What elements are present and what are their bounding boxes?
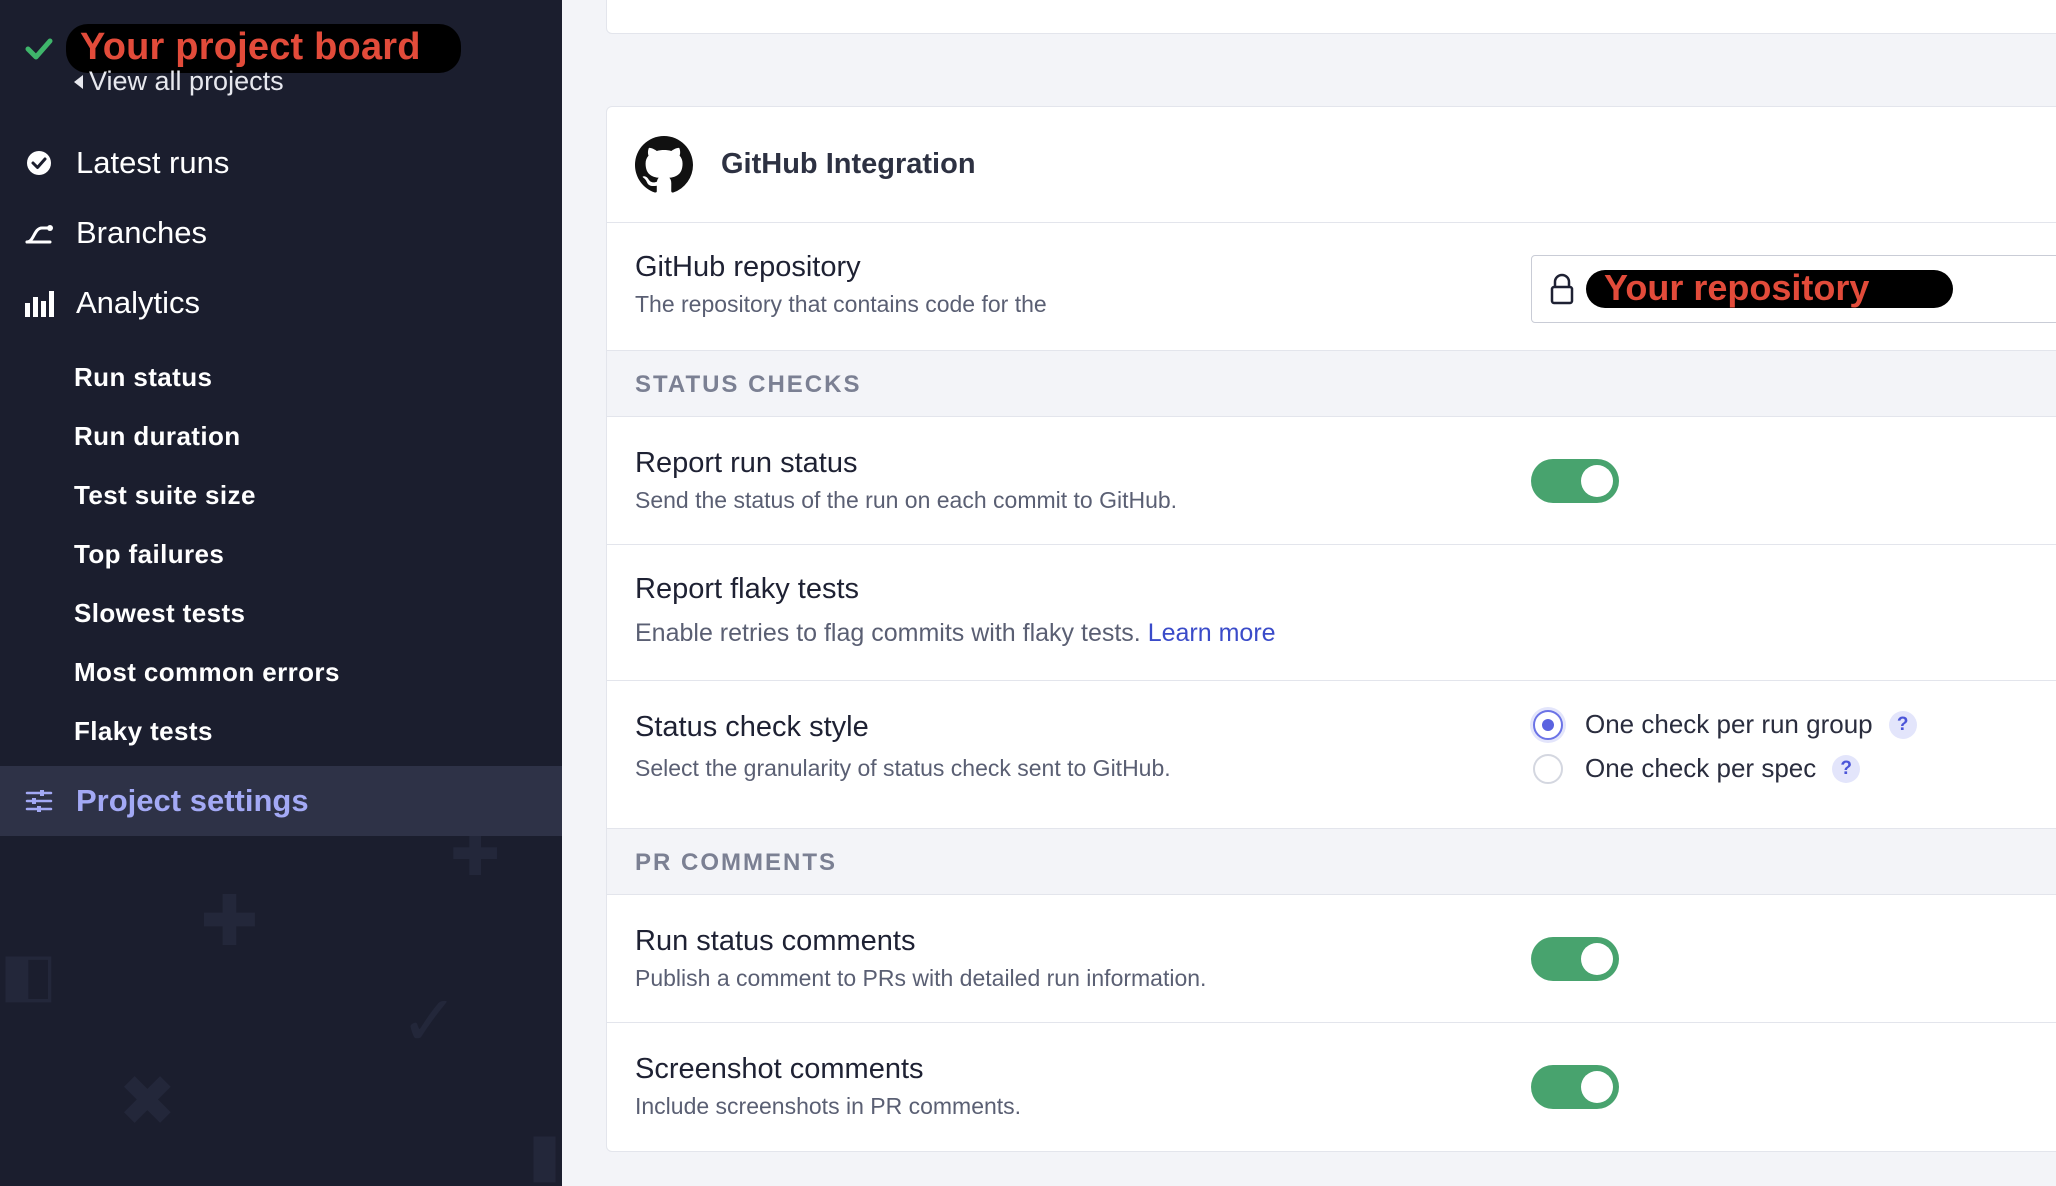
caret-left-icon (74, 74, 83, 89)
nav-branches[interactable]: Branches (22, 215, 207, 251)
option-run-group-label: One check per run group (1585, 709, 1873, 739)
report-run-status-title: Report run status (635, 447, 858, 479)
report-run-status-row: Report run status Send the status of the… (607, 417, 2056, 545)
help-icon[interactable]: ? (1832, 754, 1861, 783)
check-icon (22, 32, 56, 66)
report-flaky-tests-row: Report flaky tests Enable retries to fla… (607, 545, 2056, 681)
screenshot-comments-toggle[interactable] (1531, 1065, 1619, 1109)
pr-comments-section: PR COMMENTS (607, 829, 2056, 895)
decorative-check-icon: ✓ (400, 980, 459, 1062)
status-check-style-row: Status check style Select the granularit… (607, 681, 2056, 829)
github-icon (635, 135, 693, 193)
screenshot-comments-title: Screenshot comments (635, 1053, 924, 1085)
report-run-status-description: Send the status of the run on each commi… (635, 487, 1178, 513)
screenshot-comments-description: Include screenshots in PR comments. (635, 1093, 1022, 1119)
radio-selected[interactable] (1533, 709, 1563, 740)
analytics-test-suite-size[interactable]: Test suite size (74, 480, 256, 511)
view-all-projects-link[interactable]: View all projects (74, 66, 284, 97)
toggle-knob (1581, 465, 1613, 497)
sidebar: ✚ ✓ ✖ ✚ ◧ ▮ Your project board View all … (0, 0, 562, 1186)
check-circle-icon (22, 146, 56, 180)
option-one-check-per-spec[interactable]: One check per spec ? (1533, 753, 1861, 784)
nav-branches-label: Branches (76, 215, 207, 250)
sliders-icon (22, 784, 56, 818)
github-repository-title: GitHub repository (635, 251, 861, 283)
analytics-top-failures[interactable]: Top failures (74, 539, 224, 570)
github-integration-header: GitHub Integration (607, 107, 2056, 223)
nav-project-settings-label: Project settings (76, 783, 309, 818)
github-repository-row: GitHub repository The repository that co… (607, 223, 2056, 351)
github-repository-description: The repository that contains code for th… (635, 291, 1047, 317)
report-run-status-toggle[interactable] (1531, 459, 1619, 503)
bar-chart-icon (22, 286, 56, 320)
run-status-comments-description: Publish a comment to PRs with detailed r… (635, 965, 1207, 991)
decorative-shape-icon: ▮ (528, 1120, 562, 1186)
repository-select[interactable]: Your repository (1531, 255, 2056, 323)
toggle-knob (1581, 1071, 1613, 1103)
decorative-x-icon: ✖ (118, 1060, 177, 1142)
learn-more-link[interactable]: Learn more (1148, 619, 1276, 647)
github-integration-title: GitHub Integration (721, 148, 976, 180)
toggle-knob (1581, 943, 1613, 975)
github-integration-card: GitHub Integration GitHub repository The… (606, 106, 2056, 1152)
repository-value: Your repository (1586, 267, 1954, 308)
report-flaky-tests-description-line: Enable retries to flag commits with flak… (635, 619, 1276, 648)
nav-latest-runs[interactable]: Latest runs (22, 145, 229, 181)
radio-unselected[interactable] (1533, 753, 1563, 784)
lock-icon (1550, 273, 1574, 305)
status-checks-label: STATUS CHECKS (635, 371, 862, 398)
status-check-style-title: Status check style (635, 711, 869, 743)
option-one-check-per-run-group[interactable]: One check per run group ? (1533, 709, 1917, 740)
report-flaky-tests-title: Report flaky tests (635, 573, 860, 605)
pr-comments-label: PR COMMENTS (635, 849, 837, 876)
analytics-slowest-tests[interactable]: Slowest tests (74, 598, 245, 629)
run-status-comments-toggle[interactable] (1531, 937, 1619, 981)
help-icon[interactable]: ? (1888, 710, 1917, 739)
run-status-comments-title: Run status comments (635, 925, 916, 957)
run-status-comments-row: Run status comments Publish a comment to… (607, 895, 2056, 1023)
analytics-flaky-tests[interactable]: Flaky tests (74, 716, 213, 747)
analytics-run-duration[interactable]: Run duration (74, 421, 241, 452)
report-flaky-tests-description: Enable retries to flag commits with flak… (635, 619, 1141, 647)
nav-analytics[interactable]: Analytics (22, 285, 200, 321)
decorative-puzzle-icon: ✚ (200, 880, 259, 962)
status-checks-section: STATUS CHECKS (607, 351, 2056, 417)
branch-icon (22, 216, 56, 250)
analytics-most-common-errors[interactable]: Most common errors (74, 657, 340, 688)
decorative-shape-icon: ◧ (0, 940, 57, 1010)
nav-analytics-label: Analytics (76, 285, 201, 320)
nav-latest-runs-label: Latest runs (76, 145, 230, 180)
screenshot-comments-row: Screenshot comments Include screenshots … (607, 1023, 2056, 1151)
previous-settings-card (606, 0, 2056, 34)
status-check-style-description: Select the granularity of status check s… (635, 755, 1171, 781)
option-spec-label: One check per spec (1585, 753, 1817, 783)
analytics-run-status[interactable]: Run status (74, 362, 212, 393)
nav-project-settings[interactable]: Project settings (0, 766, 562, 836)
view-all-projects-label: View all projects (89, 66, 284, 96)
